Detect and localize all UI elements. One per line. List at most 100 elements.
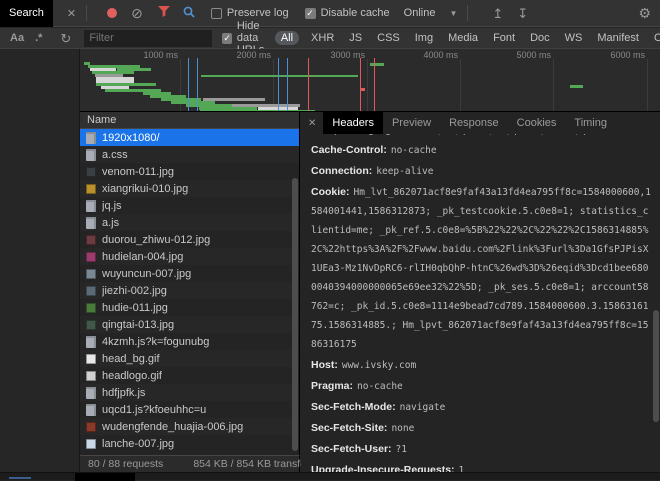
request-row[interactable]: hudielan-004.jpg — [80, 248, 299, 265]
request-row[interactable]: lanche-007.jpg — [80, 435, 299, 452]
tab-headers[interactable]: Headers — [323, 112, 383, 134]
file-icon — [86, 422, 96, 432]
preserve-log-toggle[interactable]: Preserve log — [211, 7, 289, 19]
file-icon — [86, 200, 96, 212]
record-icon[interactable] — [107, 8, 117, 18]
regex-icon[interactable]: .* — [35, 32, 42, 44]
file-icon — [86, 149, 96, 161]
import-har-icon[interactable]: ↥ — [492, 7, 503, 20]
chevron-down-icon: ▼ — [449, 9, 457, 18]
header-entry: Connection:keep-alive — [311, 162, 652, 181]
file-icon — [86, 404, 96, 416]
throttling-dropdown[interactable]: Online ▼ — [404, 7, 458, 19]
search-tab-label: Search — [9, 7, 44, 19]
refresh-icon[interactable]: ↻ — [60, 32, 71, 45]
file-icon — [86, 354, 96, 364]
filter-input[interactable] — [84, 30, 212, 47]
network-status-bar: 80 / 88 requests 854 KB / 854 KB transfe… — [80, 455, 300, 472]
filter-css[interactable]: CSS — [374, 31, 403, 45]
search-drawer-tab[interactable]: Search — [0, 0, 53, 27]
request-row[interactable]: hdfjpfk.js — [80, 384, 299, 401]
match-case-icon[interactable]: Aa — [10, 32, 24, 44]
request-row[interactable]: wudengfende_huajia-006.jpg — [80, 418, 299, 435]
file-icon — [86, 235, 96, 245]
file-icon — [86, 387, 96, 399]
domcontentloaded-line — [278, 58, 279, 112]
request-row[interactable]: headlogo.gif — [80, 367, 299, 384]
tab-cookies[interactable]: Cookies — [508, 112, 566, 134]
timeline-gridline — [647, 59, 648, 111]
request-row[interactable]: hudie-011.jpg — [80, 299, 299, 316]
request-row[interactable]: venom-011.jpg — [80, 163, 299, 180]
close-search-icon[interactable]: ✕ — [67, 7, 76, 20]
header-entry: Pragma:no-cache — [311, 377, 652, 396]
requests-scrollbar[interactable] — [292, 178, 298, 451]
preserve-log-checkbox[interactable] — [211, 8, 222, 19]
file-icon — [86, 217, 96, 229]
file-icon — [86, 252, 96, 262]
waterfall-bar — [370, 63, 384, 66]
hide-data-urls-checkbox[interactable]: ✓ — [222, 33, 232, 44]
clear-network-log-icon[interactable]: ⊘ — [131, 6, 143, 20]
network-filter-bar: Aa .* ↻ ⊘ ✓ Hide data URLs All XHR JS CS… — [0, 28, 660, 49]
load-event-line — [360, 58, 361, 112]
request-row[interactable]: a.css — [80, 146, 299, 163]
filter-all[interactable]: All — [275, 31, 299, 45]
filter-font[interactable]: Font — [490, 31, 518, 45]
request-row[interactable]: duorou_zhiwu-012.jpg — [80, 231, 299, 248]
search-icon[interactable] — [183, 6, 195, 21]
filter-funnel-icon[interactable] — [158, 6, 170, 20]
request-row[interactable]: jiezhi-002.jpg — [80, 282, 299, 299]
filter-doc[interactable]: Doc — [527, 31, 553, 45]
file-icon — [86, 320, 96, 330]
request-row[interactable]: 4kzmh.js?k=fogunubg — [80, 333, 299, 350]
timeline-gridline — [553, 59, 554, 111]
details-scrollbar[interactable] — [653, 310, 659, 422]
header-entry: Sec-Fetch-Site:none — [311, 419, 652, 438]
timeline-tick: 6000 ms — [585, 50, 645, 60]
filter-media[interactable]: Media — [445, 31, 481, 45]
timeline-tick: 3000 ms — [305, 50, 365, 60]
header-entry: Cookie:Hm_lvt_862071acf8e9faf43a13fd4ea7… — [311, 183, 652, 354]
details-tab-bar: ✕ Headers Preview Response Cookies Timin… — [301, 112, 660, 134]
devtools-network-window: { "colors": { "selection": "#1a73e8", "r… — [0, 0, 660, 480]
search-results-panel — [0, 49, 80, 472]
file-icon — [86, 371, 96, 381]
disable-cache-checkbox[interactable]: ✓ — [305, 8, 316, 19]
resource-type-filters: All XHR JS CSS Img Media Font Doc WS Man… — [275, 31, 660, 45]
gear-icon[interactable]: ⚙ — [638, 6, 651, 20]
filter-img[interactable]: Img — [412, 31, 436, 45]
file-icon — [86, 336, 96, 348]
name-column-header[interactable]: Name — [80, 112, 299, 129]
request-row[interactable]: 1920x1080/ — [80, 129, 299, 146]
filter-other[interactable]: Other — [651, 31, 660, 45]
network-main-toolbar: Search ✕ ⊘ Preserve log ✓ Disable cache … — [0, 0, 660, 27]
filter-manifest[interactable]: Manifest — [594, 31, 642, 45]
file-icon — [86, 167, 96, 177]
disable-cache-label: Disable cache — [321, 7, 390, 19]
request-row[interactable]: qingtai-013.jpg — [80, 316, 299, 333]
close-details-icon[interactable]: ✕ — [301, 118, 323, 129]
filter-ws[interactable]: WS — [562, 31, 586, 45]
request-row[interactable]: a.js — [80, 214, 299, 231]
request-row[interactable]: uqcd1.js?kfoeuhhc=u — [80, 401, 299, 418]
header-entry: Cache-Control:no-cache — [311, 141, 652, 160]
network-overview-timeline[interactable]: 1000 ms 2000 ms 3000 ms 4000 ms 5000 ms … — [80, 49, 660, 112]
tab-response[interactable]: Response — [440, 112, 508, 134]
tab-preview[interactable]: Preview — [383, 112, 440, 134]
tab-timing[interactable]: Timing — [565, 112, 616, 134]
file-icon — [86, 286, 96, 296]
requests-count: 80 / 88 requests — [80, 458, 171, 470]
throttling-value: Online — [404, 7, 436, 19]
request-row[interactable]: jq.js — [80, 197, 299, 214]
filter-xhr[interactable]: XHR — [308, 31, 337, 45]
request-details-panel: ✕ Headers Preview Response Cookies Timin… — [301, 112, 660, 472]
request-row[interactable]: wuyuncun-007.jpg — [80, 265, 299, 282]
export-har-icon[interactable]: ↧ — [517, 7, 528, 20]
preserve-log-label: Preserve log — [227, 7, 289, 19]
disable-cache-toggle[interactable]: ✓ Disable cache — [305, 7, 390, 19]
request-row[interactable]: head_bg.gif — [80, 350, 299, 367]
request-row[interactable]: xiangrikui-010.jpg — [80, 180, 299, 197]
window-bottom-edge — [0, 472, 660, 480]
filter-js[interactable]: JS — [346, 31, 365, 45]
